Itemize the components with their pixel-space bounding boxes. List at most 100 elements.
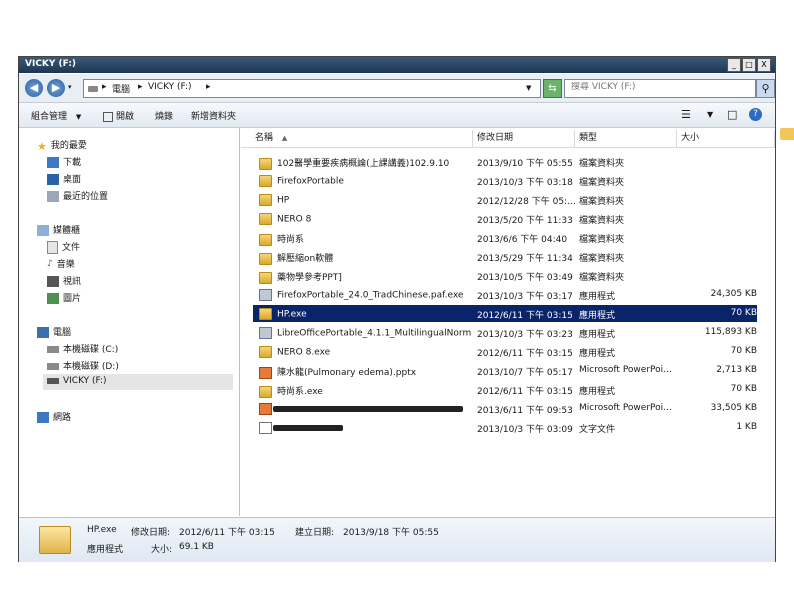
desktop-icon <box>47 174 59 185</box>
sidebar-item-disk-c[interactable]: 本機磁碟 (C:) <box>47 342 118 357</box>
file-name: FirefoxPortable_24.0_TradChinese.paf.exe <box>277 290 464 301</box>
sidebar-item-videos[interactable]: 視訊 <box>47 274 81 289</box>
sidebar-label: 音樂 <box>56 260 75 270</box>
details-modified-value: 2012/6/11 下午 03:15 <box>179 528 275 538</box>
address-dropdown-icon[interactable]: ▼ <box>526 84 531 92</box>
file-date: 2013/5/29 下午 11:34 <box>477 254 573 264</box>
file-row[interactable]: 陳水龍(Pulmonary edema).pptx 2013/10/7 下午 05… <box>241 362 775 381</box>
new-folder-button[interactable]: 新增資料夾 <box>191 109 236 122</box>
column-size[interactable]: 大小 <box>677 130 775 147</box>
search-input[interactable] <box>571 82 721 92</box>
selected-file-icon <box>39 526 71 554</box>
file-name-cell[interactable]: NERO 8 <box>259 213 471 225</box>
sidebar-label: 媒體櫃 <box>53 226 81 236</box>
file-row[interactable]: 2013/10/3 下午 03:09 文字文件 1 KB <box>241 419 775 438</box>
burn-button[interactable]: 燒錄 <box>155 109 173 122</box>
sidebar-item-documents[interactable]: 文件 <box>47 240 80 255</box>
file-name-cell[interactable]: FirefoxPortable_24.0_TradChinese.paf.exe <box>259 289 471 301</box>
column-name[interactable]: 名稱 ▲ <box>251 130 473 147</box>
file-name: LibreOfficePortable_4.1.1_MultilingualNo… <box>277 328 471 339</box>
file-name-cell[interactable]: FirefoxPortable <box>259 175 471 187</box>
folder-icon <box>259 233 272 246</box>
file-row[interactable]: 102醫學重要疾病概論(上課講義)102.9.10 2013/9/10 下午 05… <box>241 153 775 172</box>
file-row[interactable]: LibreOfficePortable_4.1.1_MultilingualNo… <box>241 324 775 343</box>
file-row[interactable]: 時尚系.exe 2012/6/11 下午 03:15 應用程式 70 KB <box>241 381 775 400</box>
file-type: 應用程式 <box>579 387 616 397</box>
search-box[interactable] <box>564 79 756 98</box>
sidebar-item-network[interactable]: 網路 <box>37 410 71 425</box>
recent-places-icon <box>47 191 59 202</box>
file-row[interactable]: 2013/6/11 下午 09:53 Microsoft PowerPoi… 33,… <box>241 400 775 419</box>
file-name: 陳水龍(Pulmonary edema).pptx <box>277 368 417 378</box>
folder-icon <box>259 271 272 284</box>
maximize-button[interactable]: □ <box>742 58 756 72</box>
sidebar-item-computer[interactable]: 電腦 <box>37 325 71 340</box>
close-button[interactable]: X <box>757 58 771 72</box>
view-dropdown-icon[interactable]: ▼ <box>707 110 713 119</box>
file-row[interactable]: FirefoxPortable_24.0_TradChinese.paf.exe… <box>241 286 775 305</box>
address-bar[interactable]: ▸ 電腦 ▸ VICKY (F:) ▸ ▼ <box>83 79 541 98</box>
file-row[interactable]: 藥物學參考PPT] 2013/10/5 下午 03:49 檔案資料夾 <box>241 267 775 286</box>
file-row[interactable]: NERO 8 2013/5/20 下午 11:33 檔案資料夾 <box>241 210 775 229</box>
sidebar-item-downloads[interactable]: 下載 <box>47 155 81 170</box>
column-type[interactable]: 類型 <box>575 130 677 147</box>
sidebar-label: 本機磁碟 (D:) <box>63 362 119 372</box>
minimize-button[interactable]: _ <box>727 58 741 72</box>
breadcrumb-separator-icon[interactable]: ▸ <box>138 82 143 92</box>
drive-icon <box>88 86 98 92</box>
file-date: 2012/12/28 下午 05:… <box>477 197 575 207</box>
file-row[interactable]: 解壓縮on軟體 2013/5/29 下午 11:34 檔案資料夾 <box>241 248 775 267</box>
open-label: 開啟 <box>116 112 135 122</box>
file-date: 2013/10/5 下午 03:49 <box>477 273 573 283</box>
file-row[interactable]: FirefoxPortable 2013/10/3 下午 03:18 檔案資料夾 <box>241 172 775 191</box>
sidebar-item-music[interactable]: ♪ 音樂 <box>47 257 75 272</box>
open-button[interactable]: 開啟 <box>103 109 134 122</box>
forward-button[interactable]: ▶ <box>47 79 65 97</box>
library-icon <box>37 225 49 236</box>
preview-pane-icon[interactable]: □ <box>727 108 737 121</box>
title-bar[interactable]: VICKY (F:) _ □ X <box>19 57 775 73</box>
file-name-cell[interactable]: LibreOfficePortable_4.1.1_MultilingualNo… <box>259 327 471 339</box>
breadcrumb-computer[interactable]: 電腦 <box>112 82 130 95</box>
breadcrumb-separator-icon[interactable]: ▸ <box>102 82 107 92</box>
window-title: VICKY (F:) <box>25 59 77 69</box>
breadcrumb-separator-icon[interactable]: ▸ <box>206 82 211 92</box>
sidebar-item-desktop[interactable]: 桌面 <box>47 172 81 187</box>
sidebar-item-favorites[interactable]: ★ 我的最愛 <box>37 138 87 153</box>
view-options-icon[interactable]: ☰ <box>681 108 691 121</box>
breadcrumb-drive[interactable]: VICKY (F:) <box>148 82 192 92</box>
file-name-cell[interactable]: 時尚系.exe <box>259 384 471 398</box>
file-size: 70 KB <box>730 346 757 356</box>
back-button[interactable]: ◀ <box>25 79 43 97</box>
file-row[interactable]: HP 2012/12/28 下午 05:… 檔案資料夾 <box>241 191 775 210</box>
file-name-cell[interactable]: 解壓縮on軟體 <box>259 251 471 265</box>
sidebar-item-disk-d[interactable]: 本機磁碟 (D:) <box>47 359 119 374</box>
file-name-cell[interactable]: 藥物學參考PPT] <box>259 270 471 284</box>
sidebar-item-libraries[interactable]: 媒體櫃 <box>37 223 80 238</box>
file-name-cell[interactable]: HP <box>259 194 471 206</box>
sidebar-label: 下載 <box>63 158 82 168</box>
column-modified[interactable]: 修改日期 <box>473 130 575 147</box>
file-row[interactable]: HP.exe 2012/6/11 下午 03:15 應用程式 70 KB <box>241 305 775 324</box>
file-name-cell[interactable]: NERO 8.exe <box>259 346 471 358</box>
file-type: 檔案資料夾 <box>579 159 625 169</box>
refresh-button[interactable]: ⇆ <box>543 79 562 98</box>
organize-menu[interactable]: 組合管理 ▼ <box>31 109 81 122</box>
search-icon[interactable]: ⚲ <box>756 79 775 98</box>
sidebar-item-vicky[interactable]: VICKY (F:) <box>47 376 107 391</box>
sidebar-item-recent[interactable]: 最近的位置 <box>47 189 108 204</box>
file-name-cell[interactable]: 102醫學重要疾病概論(上課講義)102.9.10 <box>259 156 471 170</box>
file-type: Microsoft PowerPoi… <box>579 365 673 375</box>
txt-icon <box>259 422 272 434</box>
sidebar-item-pictures[interactable]: 圖片 <box>47 291 81 306</box>
history-dropdown-icon[interactable]: ▾ <box>68 83 72 91</box>
music-icon: ♪ <box>47 259 53 269</box>
file-name-cell[interactable]: HP.exe <box>259 308 471 320</box>
file-row[interactable]: 時尚系 2013/6/6 下午 04:40 檔案資料夾 <box>241 229 775 248</box>
file-row[interactable]: NERO 8.exe 2012/6/11 下午 03:15 應用程式 70 KB <box>241 343 775 362</box>
file-list: 102醫學重要疾病概論(上課講義)102.9.10 2013/9/10 下午 05… <box>241 153 775 438</box>
help-icon[interactable]: ? <box>749 108 762 121</box>
sidebar-label: 電腦 <box>53 328 72 338</box>
file-name-cell[interactable]: 時尚系 <box>259 232 471 246</box>
file-name-cell[interactable]: 陳水龍(Pulmonary edema).pptx <box>259 365 471 379</box>
